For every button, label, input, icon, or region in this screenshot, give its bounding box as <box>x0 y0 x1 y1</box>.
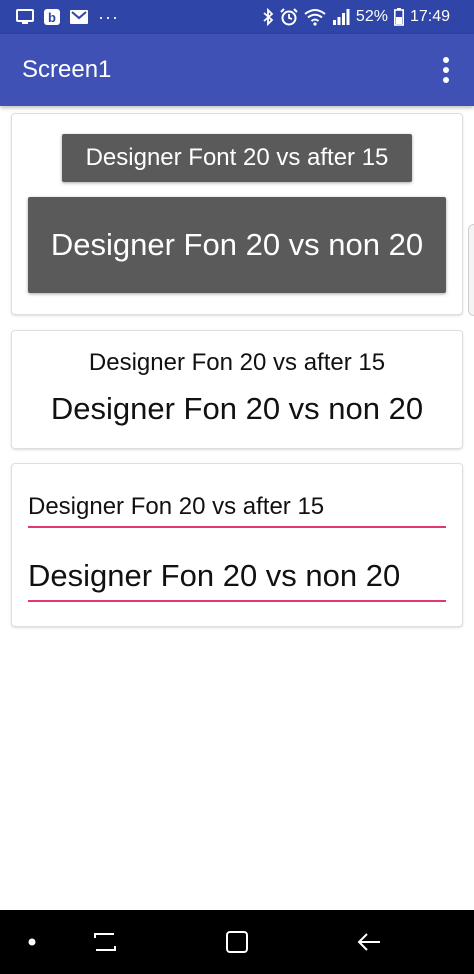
home-icon[interactable] <box>205 910 269 974</box>
battery-percentage: 52% <box>355 8 388 25</box>
edge-panel-handle[interactable] <box>468 224 474 316</box>
status-bar: b ··· 52% 17:49 <box>0 0 474 34</box>
wifi-icon <box>304 8 326 26</box>
navigation-bar <box>0 910 474 974</box>
b-app-icon: b <box>44 9 60 25</box>
alarm-icon <box>280 8 298 26</box>
app-bar: Screen1 <box>0 34 474 106</box>
designer-font-non-20-button[interactable]: Designer Fon 20 vs non 20 <box>28 197 446 293</box>
recent-apps-icon[interactable] <box>73 910 137 974</box>
textbox-non-20[interactable]: Designer Fon 20 vs non 20 <box>28 556 446 602</box>
battery-icon <box>393 8 404 26</box>
labels-card: Designer Fon 20 vs after 15 Designer Fon… <box>12 331 462 448</box>
buttons-card: Designer Font 20 vs after 15 Designer Fo… <box>12 114 462 314</box>
designer-font-after-15-button[interactable]: Designer Font 20 vs after 15 <box>62 134 412 182</box>
screen-cast-icon <box>16 9 34 25</box>
label-after-15: Designer Fon 20 vs after 15 <box>88 349 386 376</box>
overflow-menu-icon[interactable] <box>436 50 456 90</box>
bluetooth-icon <box>262 8 274 26</box>
screen-title: Screen1 <box>22 56 112 83</box>
textbox-after-15[interactable]: Designer Fon 20 vs after 15 <box>28 492 446 528</box>
svg-text:b: b <box>48 10 56 25</box>
signal-icon <box>332 9 350 25</box>
label-non-20: Designer Fon 20 vs non 20 <box>50 391 424 426</box>
more-notifications: ··· <box>98 6 119 27</box>
back-icon[interactable] <box>337 910 401 974</box>
clock-time: 17:49 <box>409 8 450 25</box>
textfields-card: Designer Fon 20 vs after 15 Designer Fon… <box>12 464 462 626</box>
dot-indicator-icon <box>0 910 64 974</box>
mail-icon <box>70 10 88 24</box>
